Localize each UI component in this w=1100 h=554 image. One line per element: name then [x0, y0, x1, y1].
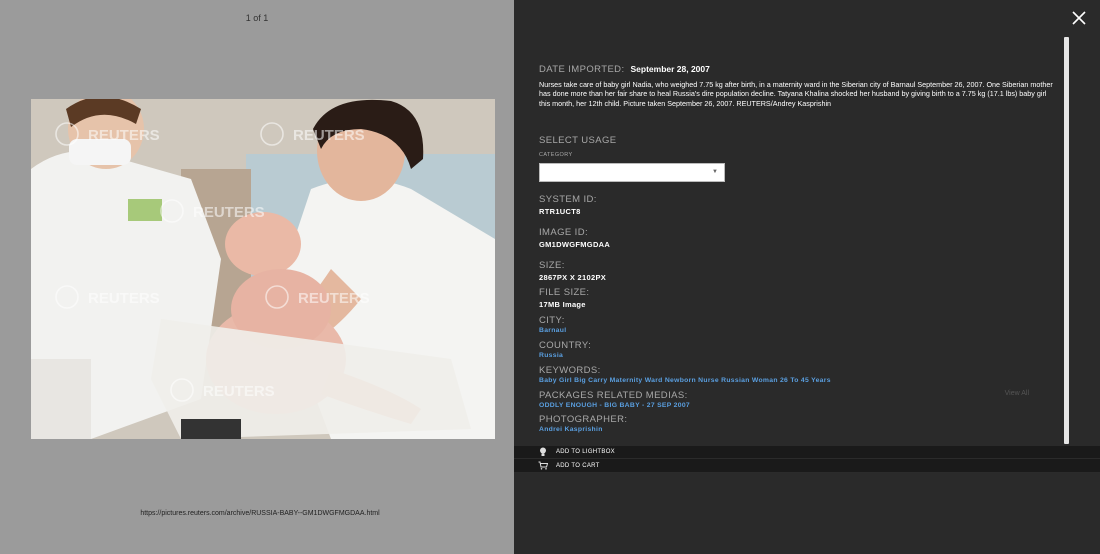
photographer-field: PHOTOGRAPHER: Andrei Kasprishin	[539, 414, 1054, 433]
date-imported-row: DATE IMPORTED: September 28, 2007	[539, 64, 1054, 75]
size-label: SIZE:	[539, 260, 565, 272]
country-link[interactable]: Russia	[539, 352, 1054, 359]
add-to-cart-button[interactable]: ADD TO CART	[514, 459, 1100, 473]
keywords-field: KEYWORDS: Baby Girl Big Carry Maternity …	[539, 365, 1054, 384]
scrollbar[interactable]	[1064, 37, 1069, 444]
watermark-text: REUTERS	[298, 290, 370, 307]
size-field: SIZE: 2867PX X 2102PX	[539, 260, 1054, 282]
system-id-value: RTR1UCT8	[539, 207, 581, 217]
image-caption: Nurses take care of baby girl Nadia, who…	[539, 80, 1053, 108]
lightbulb-icon	[538, 447, 548, 457]
add-to-lightbox-button[interactable]: ADD TO LIGHTBOX	[514, 446, 1100, 459]
close-icon[interactable]	[1070, 9, 1088, 27]
size-value: 2867PX X 2102PX	[539, 273, 607, 283]
file-size-value: 17MB Image	[539, 300, 586, 310]
image-id-label: IMAGE ID:	[539, 227, 588, 239]
keywords-link[interactable]: Baby Girl Big Carry Maternity Ward Newbo…	[539, 377, 1054, 384]
image-url[interactable]: https://pictures.reuters.com/archive/RUS…	[0, 510, 520, 517]
country-field: COUNTRY: Russia	[539, 340, 1054, 359]
system-id-field: SYSTEM ID: RTR1UCT8	[539, 194, 1054, 216]
keywords-label: KEYWORDS:	[539, 365, 601, 377]
packages-field: PACKAGES RELATED MEDIAS: ODDLY ENOUGH - …	[539, 390, 1054, 409]
system-id-label: SYSTEM ID:	[539, 194, 597, 206]
add-to-cart-label: ADD TO CART	[556, 462, 600, 469]
photographer-label: PHOTOGRAPHER:	[539, 414, 628, 426]
add-to-lightbox-label: ADD TO LIGHTBOX	[556, 449, 615, 455]
image-counter: 1 of 1	[245, 13, 269, 23]
packages-link[interactable]: ODDLY ENOUGH - BIG BABY - 27 SEP 2007	[539, 402, 1054, 409]
cart-icon	[538, 461, 548, 471]
date-imported-label: DATE IMPORTED:	[539, 64, 625, 75]
watermark-text: REUTERS	[88, 290, 160, 307]
category-label: CATEGORY	[539, 152, 573, 159]
packages-label: PACKAGES RELATED MEDIAS:	[539, 390, 688, 402]
watermark-text: REUTERS	[203, 383, 275, 400]
action-bar: ADD TO LIGHTBOX ADD TO CART	[514, 446, 1100, 473]
file-size-label: FILE SIZE:	[539, 287, 590, 299]
watermark-text: REUTERS	[88, 127, 160, 144]
category-select[interactable]: ▼	[539, 163, 725, 183]
watermark-text: REUTERS	[193, 204, 265, 221]
select-usage-heading: SELECT USAGE	[539, 135, 617, 147]
view-all-link[interactable]: View All	[1005, 390, 1029, 397]
file-size-field: FILE SIZE: 17MB Image	[539, 287, 1054, 309]
image-id-field: IMAGE ID: GM1DWGFMGDAA	[539, 227, 1054, 249]
image-preview-pane: 1 of 1 REUTERS REUTERS REUTERS REUTERS R…	[0, 0, 514, 554]
watermark-text: REUTERS	[293, 127, 365, 144]
date-imported-value: September 28, 2007	[630, 64, 710, 74]
city-link[interactable]: Barnaul	[539, 327, 1054, 334]
city-label: CITY:	[539, 315, 565, 327]
news-photo[interactable]: REUTERS REUTERS REUTERS REUTERS REUTERS …	[31, 99, 495, 439]
image-details: DATE IMPORTED: September 28, 2007 Nurses…	[539, 64, 1054, 433]
city-field: CITY: Barnaul	[539, 315, 1054, 334]
photographer-link[interactable]: Andrei Kasprishin	[539, 426, 1054, 433]
image-id-value: GM1DWGFMGDAA	[539, 240, 611, 250]
image-details-panel: DATE IMPORTED: September 28, 2007 Nurses…	[514, 0, 1100, 554]
country-label: COUNTRY:	[539, 340, 592, 352]
chevron-down-icon: ▼	[712, 169, 718, 176]
